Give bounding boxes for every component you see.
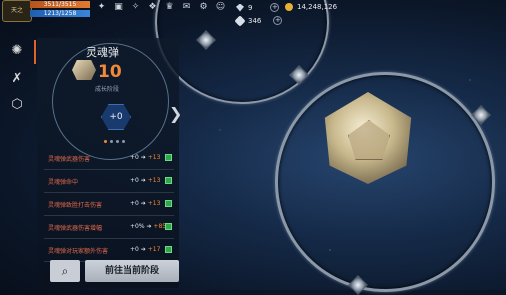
player-avatar[interactable]: 天之 xyxy=(2,0,32,22)
page-dot[interactable] xyxy=(104,140,107,143)
go-to-current-stage-button[interactable]: 前往当前阶段 xyxy=(85,260,179,282)
page-dots xyxy=(104,140,125,143)
stat-name: 灵魂弹致胜打击伤害 xyxy=(48,202,103,209)
mail-icon[interactable]: ✉ xyxy=(181,2,192,13)
gem-resource: 9 + xyxy=(236,3,280,12)
hp-bar: 3511/3515 xyxy=(30,1,90,8)
skill-level: 10 xyxy=(98,62,122,82)
settings-icon[interactable]: ⚙ xyxy=(198,2,209,13)
stat-row: 灵魂弹对玩家额外伤害 +0 ➔ +17 xyxy=(44,239,174,262)
stat-value: +0 ➔ +13 xyxy=(130,177,161,184)
skill-stage-label: 成长阶段 xyxy=(95,86,120,93)
magnifier-icon: ⌕ xyxy=(61,264,69,278)
gem-icon xyxy=(236,3,244,12)
shield-tab-icon[interactable]: ⬡ xyxy=(8,96,26,114)
stat-value: +0 ➔ +17 xyxy=(130,246,161,253)
stat-name: 灵魂弹武器伤害增幅 xyxy=(48,225,103,232)
crystal-count: 346 xyxy=(248,16,262,25)
gem-count: 9 xyxy=(248,3,253,12)
gold-coin-icon xyxy=(285,3,293,11)
gold-count: 14,248,126 xyxy=(297,3,338,11)
stat-row: 灵魂弹致胜打击伤害 +0 ➔ +13 xyxy=(44,193,174,216)
stat-name: 灵魂弹武器伤害 xyxy=(48,156,91,163)
search-button[interactable]: ⌕ xyxy=(50,260,80,282)
friends-icon[interactable]: ☺ xyxy=(215,2,226,13)
top-icon-bar: ✦ ▣ ✧ ❖ ♛ ✉ ⚙ ☺ xyxy=(96,2,226,13)
stat-row: 灵魂弹命中 +0 ➔ +13 xyxy=(44,170,174,193)
stat-check-icon xyxy=(165,177,172,184)
weapon-tab-icon[interactable]: ✗ xyxy=(8,70,26,88)
quest-icon[interactable]: ✧ xyxy=(130,2,141,13)
stat-value: +0 ➔ +13 xyxy=(130,154,161,161)
page-dot[interactable] xyxy=(110,140,113,143)
stat-name: 灵魂弹对玩家额外伤害 xyxy=(48,248,109,255)
crystal-icon xyxy=(234,14,246,27)
next-arrow-icon[interactable]: ❯ xyxy=(169,104,182,123)
active-tab-indicator xyxy=(34,40,36,64)
stat-check-icon xyxy=(165,200,172,207)
event-icon[interactable]: ❖ xyxy=(147,2,158,13)
gift-icon[interactable]: ✦ xyxy=(96,2,107,13)
skill-title: 灵魂弹 xyxy=(86,46,119,59)
soul-bullet-icon xyxy=(72,60,96,80)
page-dot[interactable] xyxy=(122,140,125,143)
page-dot[interactable] xyxy=(116,140,119,143)
crystal-resource: 346 + xyxy=(234,14,283,27)
soul-bullet-tab-icon[interactable]: ✺ xyxy=(8,42,26,60)
stat-row: 灵魂弹武器伤害增幅 +0% ➔ +85% xyxy=(44,216,174,239)
stat-value: +0 ➔ +13 xyxy=(130,200,161,207)
stat-check-icon xyxy=(165,154,172,161)
gold-resource: 14,248,126 xyxy=(285,3,337,11)
stat-row: 灵魂弹武器伤害 +0 ➔ +13 xyxy=(44,147,174,170)
stat-name: 灵魂弹命中 xyxy=(48,179,79,186)
add-gem-button[interactable]: + xyxy=(270,3,280,12)
side-navigation: ✺ ✗ ⬡ xyxy=(0,38,36,118)
stat-check-icon xyxy=(165,246,172,253)
stat-check-icon xyxy=(165,223,172,230)
add-crystal-button[interactable]: + xyxy=(273,16,283,25)
ranking-icon[interactable]: ♛ xyxy=(164,2,175,13)
mp-bar: 1213/1258 xyxy=(30,10,90,17)
stat-list: 灵魂弹武器伤害 +0 ➔ +13 灵魂弹命中 +0 ➔ +13 灵魂弹致胜打击伤… xyxy=(44,147,174,262)
shop-icon[interactable]: ▣ xyxy=(113,2,124,13)
